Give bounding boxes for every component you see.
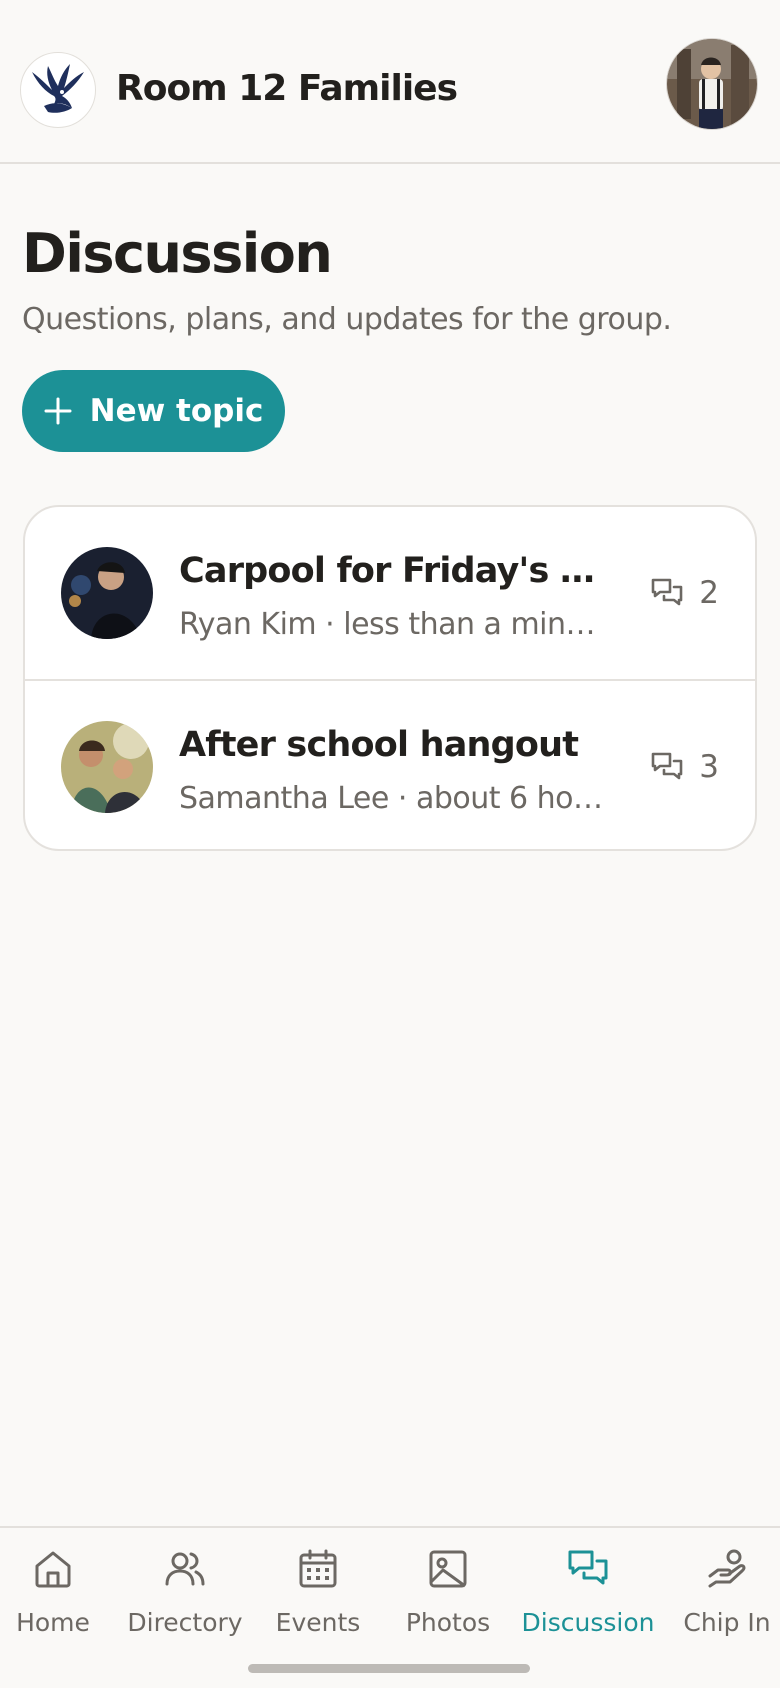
topic-meta: Samantha Lee · about 6 hours ago	[179, 781, 609, 816]
new-topic-label: New topic	[89, 393, 264, 429]
reply-count: 2	[649, 575, 719, 611]
topic-list: Carpool for Friday's game Ryan Kim · les…	[23, 505, 757, 851]
nav-label-events: Events	[275, 1608, 361, 1637]
home-icon	[35, 1551, 71, 1588]
nav-label-photos: Photos	[405, 1608, 491, 1637]
image-icon	[429, 1550, 467, 1588]
nav-label-directory: Directory	[127, 1608, 243, 1637]
app-header: Room 12 Families	[0, 0, 780, 164]
plus-icon	[44, 397, 72, 425]
eagle-logo-icon[interactable]	[20, 52, 96, 128]
topic-row[interactable]: After school hangout Samantha Lee · abou…	[25, 679, 755, 849]
new-topic-button[interactable]: New topic	[22, 370, 285, 452]
nav-item-home[interactable]: Home	[8, 1546, 98, 1656]
users-icon	[165, 1552, 205, 1586]
topic-title: Carpool for Friday's game	[179, 551, 609, 591]
home-indicator	[248, 1664, 530, 1673]
nav-item-discussion[interactable]: Discussion	[520, 1546, 656, 1656]
topic-title: After school hangout	[179, 725, 579, 765]
nav-label-chip-in: Chip In	[683, 1608, 771, 1637]
page-title: Discussion	[22, 222, 333, 285]
nav-item-photos[interactable]: Photos	[398, 1546, 498, 1656]
chat-bubbles-icon	[568, 1550, 608, 1585]
app-root: Room 12 Families Discussion Questions, p…	[0, 0, 780, 1688]
reply-count-value: 2	[699, 575, 719, 611]
chat-bubbles-icon	[651, 578, 683, 606]
topic-meta: Ryan Kim · less than a minute ago	[179, 607, 609, 642]
author-avatar	[61, 721, 153, 813]
reply-count: 3	[649, 749, 719, 785]
app-title: Room 12 Families	[116, 68, 458, 109]
chat-bubbles-icon	[651, 752, 683, 780]
nav-label-home: Home	[16, 1608, 90, 1637]
author-avatar	[61, 547, 153, 639]
user-avatar[interactable]	[666, 38, 758, 130]
topic-row[interactable]: Carpool for Friday's game Ryan Kim · les…	[25, 507, 755, 679]
calendar-icon	[299, 1549, 337, 1588]
reply-count-value: 3	[699, 749, 719, 785]
nav-item-directory[interactable]: Directory	[122, 1546, 248, 1656]
page-subtitle: Questions, plans, and updates for the gr…	[22, 302, 672, 337]
nav-item-events[interactable]: Events	[268, 1546, 368, 1656]
nav-item-chip-in[interactable]: Chip In	[682, 1546, 772, 1656]
hand-coins-icon	[708, 1549, 746, 1588]
nav-label-discussion: Discussion	[521, 1608, 655, 1637]
